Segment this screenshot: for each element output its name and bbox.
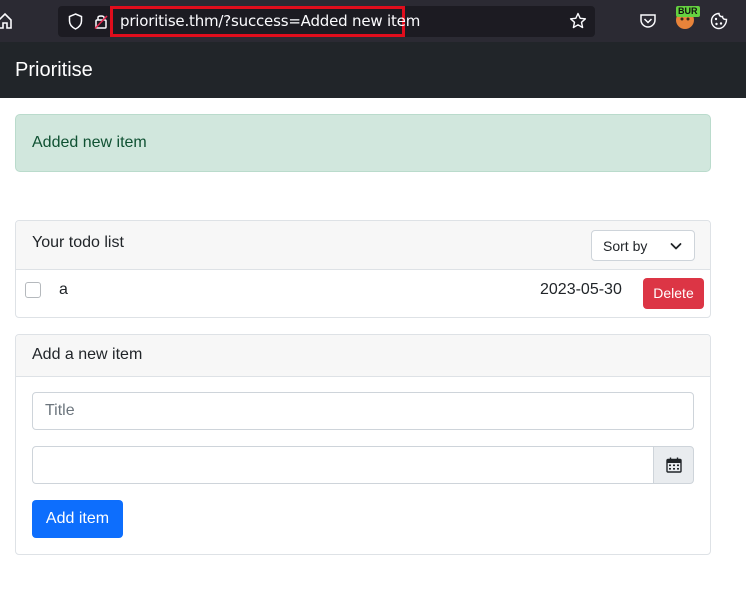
add-item-title: Add a new item [32,346,143,363]
lock-icon[interactable] [94,13,108,30]
burp-icon[interactable]: BUR [674,6,700,30]
star-icon[interactable] [569,12,587,30]
todo-list-card: Your todo list Sort by a 2023-05-30 Dele… [15,220,711,318]
todo-list-header: Your todo list Sort by [16,221,710,270]
calendar-icon [666,457,682,473]
burp-badge: BUR [676,6,700,17]
success-alert: Added new item [15,114,711,172]
date-input[interactable] [32,446,654,484]
sort-by-label: Sort by [603,238,648,254]
add-item-header: Add a new item [16,335,710,377]
delete-button[interactable]: Delete [643,278,704,309]
todo-item-date: 2023-05-30 [540,281,622,298]
title-placeholder: Title [45,402,75,419]
home-icon[interactable] [0,12,13,30]
add-item-card: Add a new item Title Add item [15,334,711,555]
add-item-button[interactable]: Add item [32,500,123,538]
app-navbar: Prioritise [0,42,746,98]
todo-item-checkbox[interactable] [25,282,41,298]
title-input[interactable]: Title [32,392,694,430]
brand-link[interactable]: Prioritise [15,59,93,82]
chevron-down-icon [670,243,682,250]
pocket-icon[interactable] [639,12,657,30]
cookie-icon[interactable] [710,12,728,30]
date-picker-button[interactable] [653,446,694,484]
todo-item-row: a 2023-05-30 Delete [16,270,710,318]
alert-message: Added new item [32,134,147,151]
todo-list-title: Your todo list [32,234,124,251]
url-bar[interactable]: prioritise.thm/?success=Added new item [58,6,595,37]
shield-icon[interactable] [68,13,83,30]
sort-by-dropdown[interactable]: Sort by [591,230,695,261]
todo-item-title: a [59,281,68,298]
url-text[interactable]: prioritise.thm/?success=Added new item [120,12,420,30]
browser-toolbar: prioritise.thm/?success=Added new item B… [0,0,746,42]
